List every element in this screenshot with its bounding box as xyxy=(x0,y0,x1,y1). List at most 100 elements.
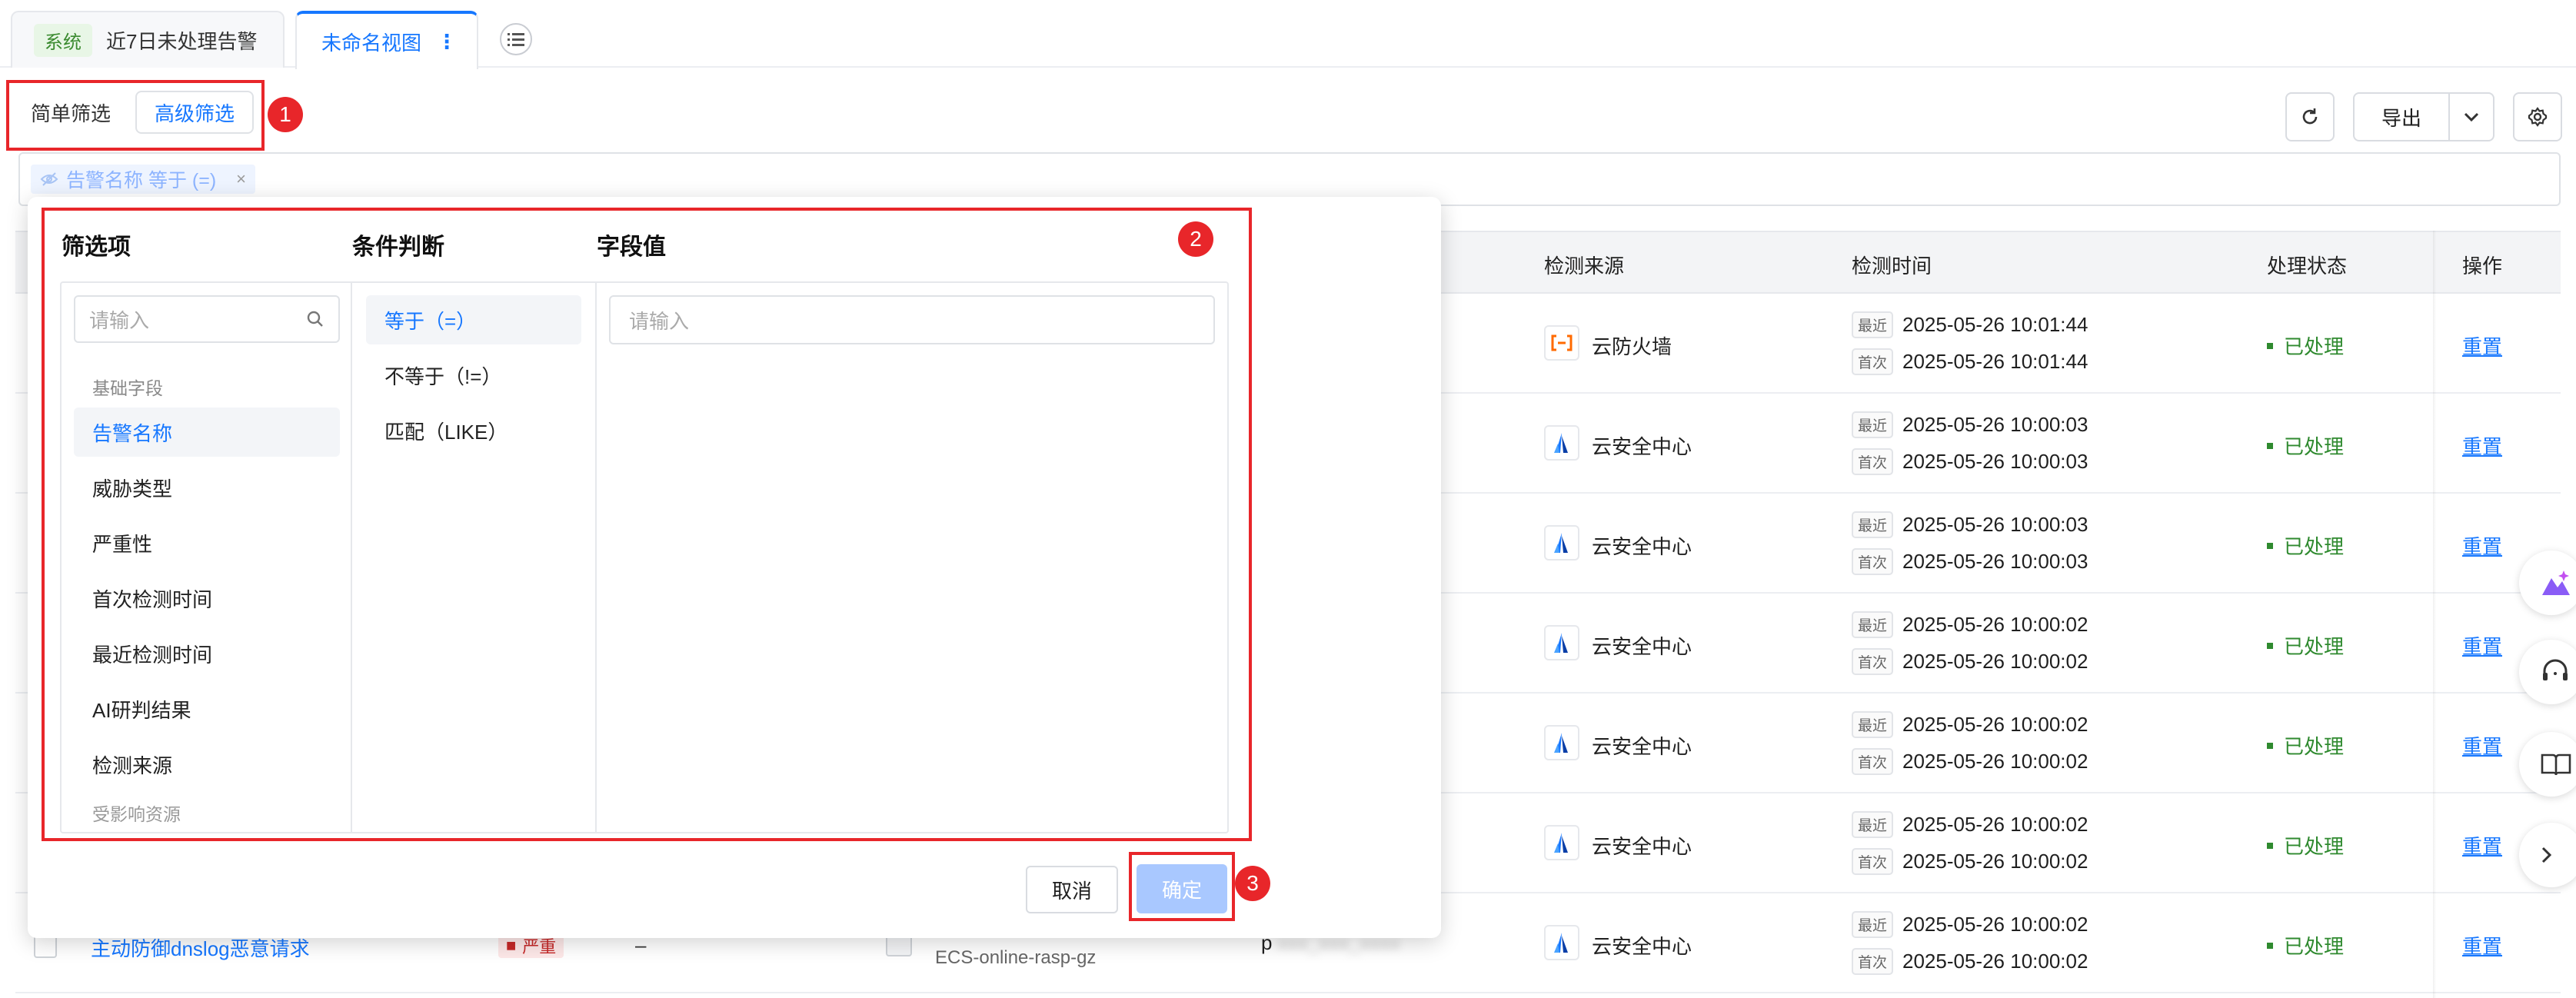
time-value: 2025-05-26 10:00:02 xyxy=(1902,613,2088,636)
time-tag: 首次 xyxy=(1852,648,1894,675)
tab-custom-view[interactable]: 未命名视图 ⋮ xyxy=(295,11,478,69)
row-checkbox[interactable] xyxy=(34,935,57,958)
refresh-button[interactable] xyxy=(2285,92,2335,141)
time-tag: 最近 xyxy=(1852,511,1894,538)
time-line-recent: 最近 2025-05-26 10:01:44 xyxy=(1852,311,2088,338)
time-tag: 首次 xyxy=(1852,848,1894,875)
security-center-icon xyxy=(1544,625,1579,660)
time-line-first: 首次 2025-05-26 10:00:03 xyxy=(1852,448,2088,475)
time-line-first: 首次 2025-05-26 10:00:03 xyxy=(1852,548,2088,575)
reset-link[interactable]: 重置 xyxy=(2462,431,2502,460)
mountain-sparkle-icon xyxy=(2542,571,2570,595)
more-icon[interactable]: ⋮ xyxy=(437,30,457,54)
book-icon xyxy=(2541,753,2571,776)
status-label: 已处理 xyxy=(2284,335,2345,358)
headset-icon xyxy=(2543,659,2568,680)
refresh-icon xyxy=(2302,108,2318,125)
time-tag: 首次 xyxy=(1852,448,1894,475)
time-value: 2025-05-26 10:00:03 xyxy=(1902,450,2088,473)
status-badge: 已处理 xyxy=(2267,331,2344,360)
source-name: 云安全中心 xyxy=(1592,735,1692,758)
status-badge: 已处理 xyxy=(2267,531,2344,560)
column-header-time: 检测时间 xyxy=(1852,254,1932,278)
tab-system-view[interactable]: 系统 近7日未处理告警 xyxy=(11,11,285,68)
system-badge: 系统 xyxy=(34,23,92,57)
status-label: 已处理 xyxy=(2284,835,2345,858)
time-line-first: 首次 2025-05-26 10:01:44 xyxy=(1852,348,2088,375)
time-tag: 首次 xyxy=(1852,348,1894,375)
time-tag: 最近 xyxy=(1852,711,1894,738)
status-label: 已处理 xyxy=(2284,935,2345,958)
time-tag: 首次 xyxy=(1852,948,1894,975)
time-tag: 最近 xyxy=(1852,611,1894,638)
settings-button[interactable] xyxy=(2513,92,2562,141)
time-line-recent: 最近 2025-05-26 10:00:02 xyxy=(1852,911,2088,938)
time-line-first: 首次 2025-05-26 10:00:02 xyxy=(1852,848,2088,875)
time-value: 2025-05-26 10:01:44 xyxy=(1902,350,2088,373)
chevron-right-icon xyxy=(2541,847,2552,863)
chevron-down-icon[interactable] xyxy=(2450,94,2493,140)
time-value: 2025-05-26 10:00:02 xyxy=(1902,913,2088,936)
time-tag: 首次 xyxy=(1852,548,1894,575)
time-tag: 首次 xyxy=(1852,748,1894,775)
status-badge: 已处理 xyxy=(2267,631,2344,660)
source-name: 云防火墙 xyxy=(1592,335,1672,358)
time-value: 2025-05-26 10:00:02 xyxy=(1902,813,2088,836)
column-header-status: 处理状态 xyxy=(2267,254,2348,278)
reset-link[interactable]: 重置 xyxy=(2462,531,2502,560)
reset-link[interactable]: 重置 xyxy=(2462,631,2502,660)
eye-off-icon xyxy=(40,172,58,186)
gear-icon xyxy=(2528,107,2548,127)
column-header-source: 检测来源 xyxy=(1544,254,1625,278)
time-tag: 最近 xyxy=(1852,311,1894,338)
expand-button[interactable] xyxy=(2519,823,2576,887)
security-center-icon xyxy=(1544,525,1579,561)
step-marker-2: 2 xyxy=(1178,221,1213,257)
security-center-icon xyxy=(1544,825,1579,860)
status-label: 已处理 xyxy=(2284,735,2345,758)
status-label: 已处理 xyxy=(2284,535,2345,558)
time-value: 2025-05-26 10:00:03 xyxy=(1902,550,2088,573)
annotation-box-2 xyxy=(42,208,1252,841)
time-value: 2025-05-26 10:00:02 xyxy=(1902,950,2088,973)
fixed-column-shadow xyxy=(2433,231,2436,998)
source-name: 云安全中心 xyxy=(1592,635,1692,658)
source-name: 云安全中心 xyxy=(1592,535,1692,558)
export-label[interactable]: 导出 xyxy=(2355,94,2450,140)
time-tag: 最近 xyxy=(1852,911,1894,938)
time-value: 2025-05-26 10:00:02 xyxy=(1902,713,2088,736)
time-value: 2025-05-26 10:01:44 xyxy=(1902,313,2088,336)
time-value: 2025-05-26 10:00:02 xyxy=(1902,650,2088,673)
filter-chip[interactable]: 告警名称 等于 (=) × xyxy=(31,165,256,194)
reset-link[interactable]: 重置 xyxy=(2462,831,2502,860)
status-badge: 已处理 xyxy=(2267,931,2344,960)
security-center-icon xyxy=(1544,925,1579,960)
tab-label: 近7日未处理告警 xyxy=(106,29,258,53)
security-center-icon xyxy=(1544,425,1579,461)
reset-link[interactable]: 重置 xyxy=(2462,931,2502,960)
docs-button[interactable] xyxy=(2519,732,2576,797)
status-label: 已处理 xyxy=(2284,435,2345,458)
cancel-button[interactable]: 取消 xyxy=(1026,866,1118,913)
export-button[interactable]: 导出 xyxy=(2353,92,2494,141)
reset-link[interactable]: 重置 xyxy=(2462,331,2502,360)
annotation-box-3 xyxy=(1129,852,1235,921)
list-icon xyxy=(508,33,524,46)
source-name: 云安全中心 xyxy=(1592,835,1692,858)
status-badge: 已处理 xyxy=(2267,731,2344,760)
column-header-operation: 操作 xyxy=(2462,254,2503,278)
tab-label: 未命名视图 xyxy=(321,31,422,55)
time-line-first: 首次 2025-05-26 10:00:02 xyxy=(1852,648,2088,675)
time-line-recent: 最近 2025-05-26 10:00:03 xyxy=(1852,411,2088,438)
customer-service-button[interactable] xyxy=(2519,640,2576,704)
time-line-recent: 最近 2025-05-26 10:00:02 xyxy=(1852,611,2088,638)
close-icon[interactable]: × xyxy=(236,169,246,189)
step-marker-3: 3 xyxy=(1235,866,1270,901)
ai-assistant-button[interactable] xyxy=(2519,551,2576,615)
view-list-button[interactable] xyxy=(500,23,532,55)
time-line-first: 首次 2025-05-26 10:00:02 xyxy=(1852,948,2088,975)
reset-link[interactable]: 重置 xyxy=(2462,731,2502,760)
source-name: 云安全中心 xyxy=(1592,435,1692,458)
time-value: 2025-05-26 10:00:02 xyxy=(1902,850,2088,873)
time-tag: 最近 xyxy=(1852,811,1894,838)
